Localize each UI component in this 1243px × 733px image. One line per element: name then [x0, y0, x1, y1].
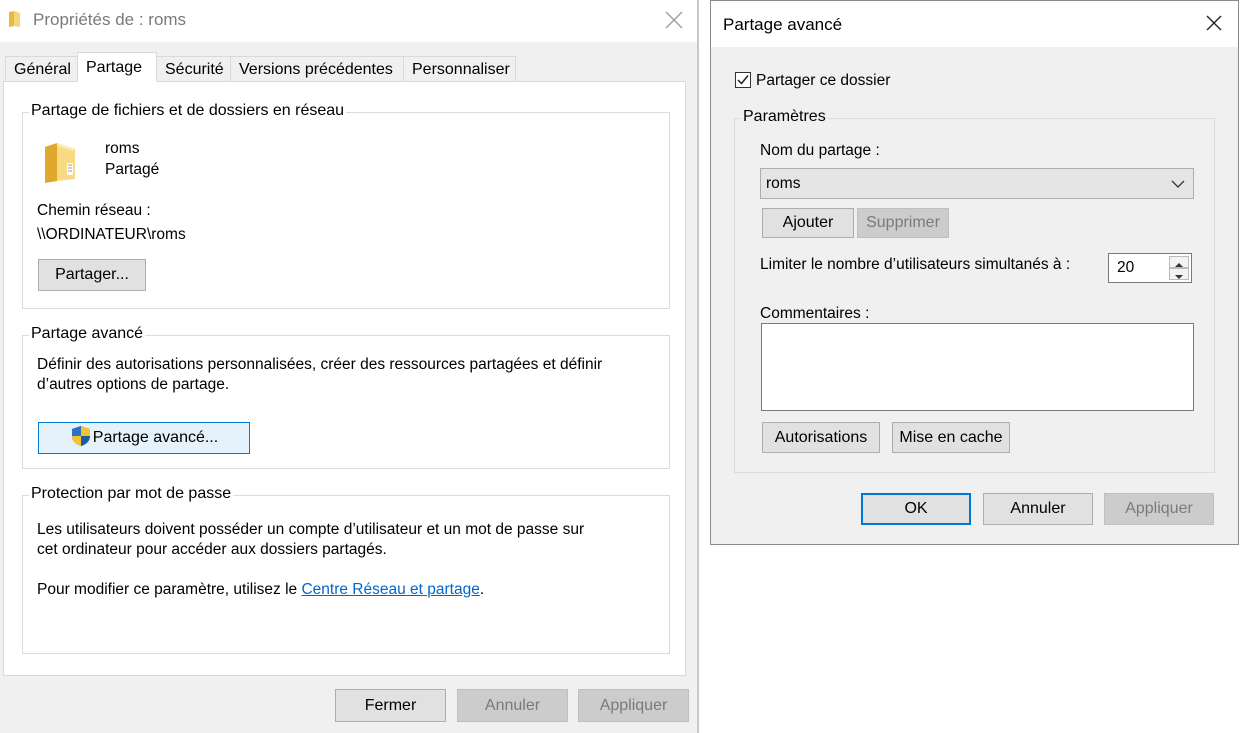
- comments-label: Commentaires :: [760, 305, 870, 322]
- tab-securite[interactable]: Sécurité: [156, 56, 231, 81]
- advanced-sharing-button[interactable]: Partage avancé...: [38, 422, 250, 454]
- password-text-line1: Les utilisateurs doivent posséder un com…: [37, 521, 585, 538]
- limit-users-spinner[interactable]: 20: [1108, 253, 1192, 283]
- network-path-label: Chemin réseau :: [37, 202, 151, 219]
- share-button[interactable]: Partager...: [38, 259, 146, 291]
- limit-users-label: Limiter le nombre d’utilisateurs simulta…: [760, 256, 1071, 273]
- close-icon[interactable]: [1203, 12, 1225, 34]
- group-legend: Paramètres: [741, 108, 828, 126]
- share-name-value: roms: [766, 175, 801, 192]
- advanced-sharing-group: Partage avancé Définir des autorisations…: [22, 325, 670, 469]
- spin-up-arrow-icon[interactable]: [1169, 256, 1189, 268]
- permissions-button[interactable]: Autorisations: [762, 422, 880, 453]
- folder-icon: [8, 10, 22, 32]
- apply-button[interactable]: Appliquer: [578, 689, 689, 722]
- comments-textarea[interactable]: [761, 323, 1194, 411]
- remove-button[interactable]: Supprimer: [857, 208, 949, 238]
- tab-partage[interactable]: Partage: [77, 52, 157, 82]
- share-folder-label: Partager ce dossier: [756, 72, 891, 89]
- password-protection-group: Protection par mot de passe Les utilisat…: [22, 485, 670, 654]
- advanced-sharing-dialog: Partage avancé Partager ce dossier Param…: [710, 0, 1239, 545]
- share-name-combo[interactable]: roms: [760, 168, 1194, 199]
- dialog-cancel-button[interactable]: Annuler: [983, 493, 1093, 525]
- tab-general[interactable]: Général: [5, 56, 78, 81]
- close-icon[interactable]: [662, 8, 686, 32]
- password-text-line2: cet ordinateur pour accéder aux dossiers…: [37, 541, 387, 558]
- uac-shield-icon: [70, 425, 92, 452]
- window-title: Propriétés de : roms: [33, 10, 187, 29]
- advanced-description-line1: Définir des autorisations personnalisées…: [37, 356, 603, 373]
- title-bar: Propriétés de : roms: [0, 0, 698, 42]
- cancel-button[interactable]: Annuler: [457, 689, 568, 722]
- shared-folder-icon: [43, 141, 79, 189]
- caching-button[interactable]: Mise en cache: [892, 422, 1010, 453]
- group-legend: Partage avancé: [29, 325, 146, 343]
- properties-window: Propriétés de : roms Général Partage Séc…: [0, 0, 699, 733]
- network-center-link[interactable]: Centre Réseau et partage: [301, 581, 479, 598]
- limit-users-value: 20: [1117, 259, 1135, 276]
- close-button[interactable]: Fermer: [335, 689, 446, 722]
- tab-versions-precedentes[interactable]: Versions précédentes: [230, 56, 404, 81]
- share-name-label: Nom du partage :: [760, 142, 880, 159]
- folder-name: roms: [105, 140, 140, 157]
- tab-panel: Partage de fichiers et de dossiers en ré…: [3, 81, 686, 676]
- dialog-title: Partage avancé: [723, 15, 843, 34]
- chevron-down-icon: [1171, 177, 1185, 194]
- checkmark-icon: [737, 75, 749, 85]
- dialog-apply-button[interactable]: Appliquer: [1104, 493, 1214, 525]
- network-path: \\ORDINATEUR\roms: [37, 226, 186, 243]
- change-setting-text: Pour modifier ce paramètre, utilisez le …: [37, 581, 485, 598]
- share-folder-checkbox[interactable]: [735, 72, 751, 88]
- window-border: [697, 0, 699, 733]
- network-sharing-group: Partage de fichiers et de dossiers en ré…: [22, 102, 670, 309]
- folder-status: Partagé: [105, 161, 160, 178]
- advanced-description-line2: d’autres options de partage.: [37, 376, 230, 393]
- tab-personnaliser[interactable]: Personnaliser: [403, 56, 516, 81]
- spin-down-arrow-icon[interactable]: [1169, 268, 1189, 280]
- ok-button[interactable]: OK: [861, 493, 971, 525]
- group-legend: Protection par mot de passe: [29, 485, 234, 503]
- settings-group: Paramètres Nom du partage : roms Ajouter…: [734, 108, 1215, 473]
- add-button[interactable]: Ajouter: [762, 208, 854, 238]
- dialog-title-bar: Partage avancé: [711, 1, 1238, 47]
- group-legend: Partage de fichiers et de dossiers en ré…: [29, 102, 347, 120]
